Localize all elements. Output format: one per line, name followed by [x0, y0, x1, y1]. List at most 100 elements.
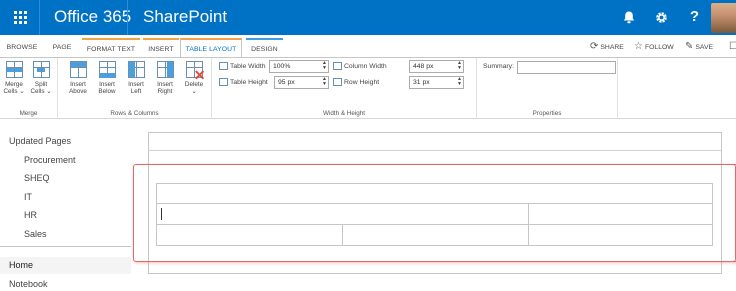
nav-home-label: Home — [9, 260, 34, 270]
width-height-group-label: Width & Height — [323, 110, 365, 117]
merge-group-label: Merge — [19, 110, 38, 117]
table-width-icon — [219, 62, 228, 71]
merge-cells-label-1: Merge — [5, 81, 23, 88]
insert-below-button[interactable]: Insert Below — [95, 61, 119, 95]
insert-right-label-2: Right — [157, 88, 173, 95]
insert-above-icon — [69, 61, 87, 78]
table-width-input[interactable]: 100% ▲ ▼ — [269, 60, 329, 73]
highlight-annotation — [133, 164, 736, 262]
suite-bar: Office 365 SharePoint ? — [0, 0, 736, 35]
tab-page[interactable]: PAGE — [49, 38, 75, 57]
insert-left-button[interactable]: Insert Left — [124, 61, 148, 95]
ribbon: Merge Cells ⌄ Split Cells ⌄ Merge Insert… — [0, 57, 736, 119]
nav-item-it[interactable]: IT — [24, 192, 32, 202]
nav-item-sales[interactable]: Sales — [24, 229, 47, 239]
help-button[interactable]: ? — [678, 0, 711, 35]
summary-input[interactable] — [517, 61, 616, 74]
merge-group: Merge Cells ⌄ Split Cells ⌄ Merge — [0, 58, 58, 119]
tab-format-text[interactable]: FORMAT TEXT — [82, 38, 140, 57]
insert-above-label-2: Above — [69, 88, 87, 95]
table-width-field: Table Width — [219, 60, 266, 73]
insert-right-icon — [156, 61, 174, 78]
table-width-label: Table Width — [230, 63, 266, 70]
spinner-arrows-icon[interactable]: ▲ ▼ — [322, 61, 327, 71]
save-icon: ✎ — [685, 41, 694, 52]
column-width-icon — [333, 62, 342, 71]
spinner-arrows-icon[interactable]: ▲ ▼ — [457, 61, 462, 71]
merge-cells-label-2: Cells ⌄ — [3, 88, 25, 95]
merge-cells-icon — [5, 61, 23, 78]
nav-updated-pages[interactable]: Updated Pages — [9, 136, 71, 146]
insert-left-label-2: Left — [130, 88, 142, 95]
highlight-annotation-edge — [728, 164, 736, 262]
rows-columns-group: Insert Above Insert Below Insert Left In… — [58, 58, 212, 119]
table-height-icon — [219, 78, 228, 87]
row-height-input[interactable]: 31 px ▲ ▼ — [409, 76, 464, 89]
split-cells-label-1: Split — [34, 81, 48, 88]
spinner-arrows-icon[interactable]: ▲ ▼ — [322, 77, 327, 87]
nav-item-notebook[interactable]: Notebook — [9, 279, 48, 289]
tab-table-layout[interactable]: TABLE LAYOUT — [180, 38, 242, 58]
table-width-value: 100% — [273, 63, 291, 70]
share-icon: ⟳ — [590, 41, 599, 52]
split-cells-icon — [32, 61, 50, 78]
insert-below-label-1: Insert — [99, 81, 115, 88]
merge-cells-button[interactable]: Merge Cells ⌄ — [2, 61, 26, 95]
more-button[interactable]: ☐ — [729, 38, 736, 56]
delete-icon: ✕ — [185, 61, 206, 82]
row-height-value: 31 px — [413, 79, 430, 86]
share-button[interactable]: ⟳ SHARE — [590, 38, 624, 56]
avatar[interactable] — [711, 3, 736, 33]
sharepoint-link[interactable]: SharePoint — [143, 0, 227, 35]
insert-below-label-2: Below — [98, 88, 116, 95]
row-height-icon — [333, 78, 342, 87]
settings-button[interactable] — [645, 0, 678, 35]
nav-item-procurement[interactable]: Procurement — [24, 155, 76, 165]
split-cells-label-2: Cells ⌄ — [30, 88, 52, 95]
insert-above-label-1: Insert — [70, 81, 86, 88]
nav-item-home[interactable]: Home — [0, 257, 131, 274]
focus-icon: ☐ — [729, 41, 736, 52]
nav-divider — [0, 246, 131, 247]
table-height-value: 95 px — [278, 79, 295, 86]
split-cells-button[interactable]: Split Cells ⌄ — [29, 61, 53, 95]
tab-browse[interactable]: BROWSE — [4, 38, 40, 57]
table-height-field: Table Height — [219, 76, 268, 89]
column-width-label: Column Width — [344, 63, 387, 70]
row-height-label: Row Height — [344, 79, 380, 86]
suite-divider — [127, 0, 128, 35]
star-icon: ☆ — [634, 41, 643, 52]
gear-icon — [656, 12, 667, 23]
insert-right-label-1: Insert — [157, 81, 173, 88]
row-height-field: Row Height — [333, 76, 379, 89]
width-height-group: Table Width 100% ▲ ▼ Table Height 95 px ▲… — [212, 58, 477, 119]
ribbon-tab-row: BROWSE PAGE FORMAT TEXT INSERT TABLE LAY… — [0, 35, 736, 58]
insert-left-icon — [127, 61, 145, 78]
rows-columns-group-label: Rows & Columns — [110, 110, 159, 117]
properties-group-label: Properties — [532, 110, 562, 117]
nav-item-sheq[interactable]: SHEQ — [24, 173, 50, 183]
follow-button[interactable]: ☆ FOLLOW — [634, 38, 674, 56]
insert-above-button[interactable]: Insert Above — [66, 61, 90, 95]
nav-item-hr[interactable]: HR — [24, 210, 37, 220]
tab-design[interactable]: DESIGN — [246, 38, 283, 57]
delete-button[interactable]: ✕ Delete ⌄ — [182, 61, 206, 95]
column-width-value: 448 px — [413, 63, 434, 70]
office365-link[interactable]: Office 365 — [54, 0, 131, 35]
insert-right-button[interactable]: Insert Right — [153, 61, 177, 95]
notifications-button[interactable] — [612, 0, 645, 35]
save-button[interactable]: ✎ SAVE — [685, 38, 713, 56]
column-width-input[interactable]: 448 px ▲ ▼ — [409, 60, 464, 73]
app-launcher-button[interactable] — [0, 0, 40, 35]
bell-icon — [623, 11, 634, 24]
waffle-icon — [14, 11, 27, 24]
tab-insert[interactable]: INSERT — [143, 38, 179, 57]
spinner-arrows-icon[interactable]: ▲ ▼ — [457, 77, 462, 87]
table-height-input[interactable]: 95 px ▲ ▼ — [274, 76, 329, 89]
content-divider — [148, 150, 722, 151]
table-height-label: Table Height — [230, 79, 268, 86]
summary-label: Summary: — [483, 63, 514, 70]
column-width-field: Column Width — [333, 60, 387, 73]
insert-left-label-1: Insert — [128, 81, 144, 88]
delete-dropdown-arrow: ⌄ — [191, 88, 197, 95]
